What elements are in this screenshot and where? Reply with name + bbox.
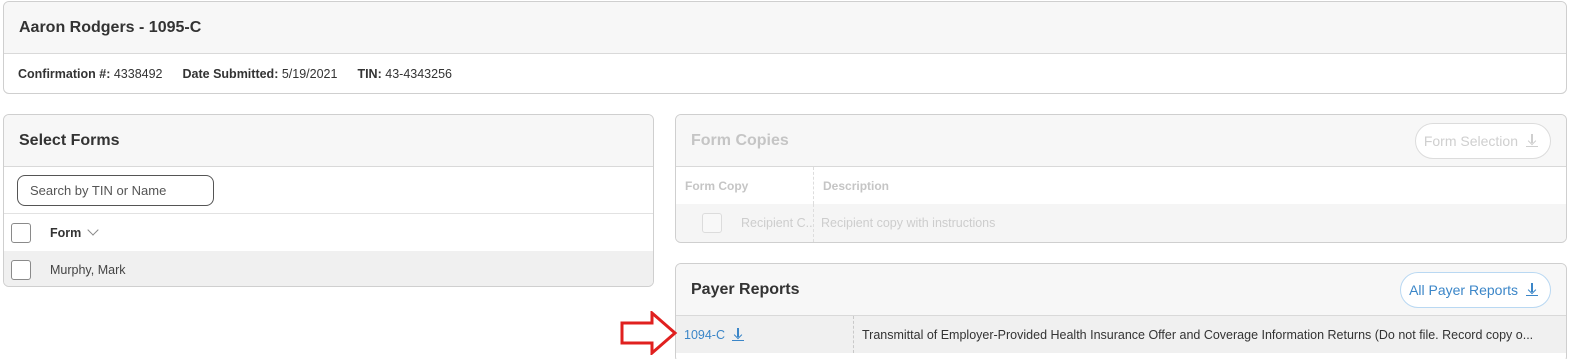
all-payer-reports-label: All Payer Reports (1409, 281, 1518, 298)
select-forms-header: Select Forms (4, 115, 653, 167)
table-row: Recipient C... Recipient copy with instr… (676, 204, 1566, 242)
form-copy-description: Recipient copy with instructions (821, 216, 996, 230)
payer-report-description: Transmittal of Employer-Provided Health … (862, 327, 1534, 342)
submission-header-panel: Aaron Rodgers - 1095-C Confirmation #: 4… (3, 1, 1567, 94)
submission-meta: Confirmation #: 4338492 Date Submitted: … (4, 54, 1566, 93)
row-checkbox[interactable] (11, 259, 31, 280)
select-all-checkbox[interactable] (11, 222, 31, 243)
date-submitted-label: Date Submitted: (182, 67, 279, 81)
tin-value: 43-4343256 (385, 67, 452, 81)
form-column-header[interactable]: Form (50, 226, 81, 240)
all-payer-reports-button[interactable]: All Payer Reports (1400, 271, 1551, 308)
download-icon (1526, 283, 1538, 296)
form-copy-cell: Recipient C... (676, 204, 814, 242)
description-column-header: Description (823, 178, 890, 193)
forms-table-header: Form (4, 214, 653, 251)
download-icon[interactable] (732, 328, 744, 341)
search-input[interactable] (17, 175, 214, 206)
submission-header: Aaron Rodgers - 1095-C (4, 2, 1566, 54)
form-copies-header: Form Copies Form Selection (676, 115, 1566, 167)
select-forms-panel: Select Forms Form Murphy, Mark (3, 114, 654, 287)
select-forms-title: Select Forms (19, 131, 120, 149)
date-submitted-info: Date Submitted: 5/19/2021 (183, 67, 338, 81)
payer-reports-header: Payer Reports All Payer Reports (676, 264, 1566, 316)
tin-label: TIN: (357, 67, 382, 81)
page-title: Aaron Rodgers - 1095-C (19, 18, 202, 36)
tin-info: TIN: 43-4343256 (357, 67, 452, 81)
form-copies-panel: Form Copies Form Selection Form Copy Des… (675, 114, 1567, 243)
form-copies-title: Form Copies (691, 131, 789, 149)
form-selection-label: Form Selection (1423, 132, 1518, 149)
payer-report-link[interactable]: 1094-C (684, 328, 725, 342)
search-row (4, 167, 653, 214)
recipient-name: Murphy, Mark (50, 262, 126, 277)
form-selection-button[interactable]: Form Selection (1414, 122, 1551, 159)
confirmation-value: 4338492 (113, 67, 163, 81)
form-copies-table-header: Form Copy Description (676, 167, 1566, 204)
form-copy-column-header: Form Copy (676, 167, 814, 204)
table-row[interactable]: Murphy, Mark (4, 251, 653, 286)
copy-checkbox[interactable] (702, 213, 722, 233)
confirmation-info: Confirmation #: 4338492 (18, 67, 163, 81)
confirmation-label: Confirmation #: (18, 67, 111, 81)
date-submitted-value: 5/19/2021 (281, 67, 338, 81)
table-row: 1094-C Transmittal of Employer-Provided … (676, 316, 1566, 353)
chevron-down-icon[interactable] (87, 224, 99, 236)
payer-report-link-cell[interactable]: 1094-C (676, 316, 854, 353)
red-arrow-icon (620, 311, 678, 355)
form-copy-name: Recipient C... (741, 216, 813, 230)
payer-reports-panel: Payer Reports All Payer Reports 1094-C T… (675, 263, 1567, 359)
download-icon (1526, 134, 1538, 147)
payer-reports-title: Payer Reports (691, 280, 800, 298)
